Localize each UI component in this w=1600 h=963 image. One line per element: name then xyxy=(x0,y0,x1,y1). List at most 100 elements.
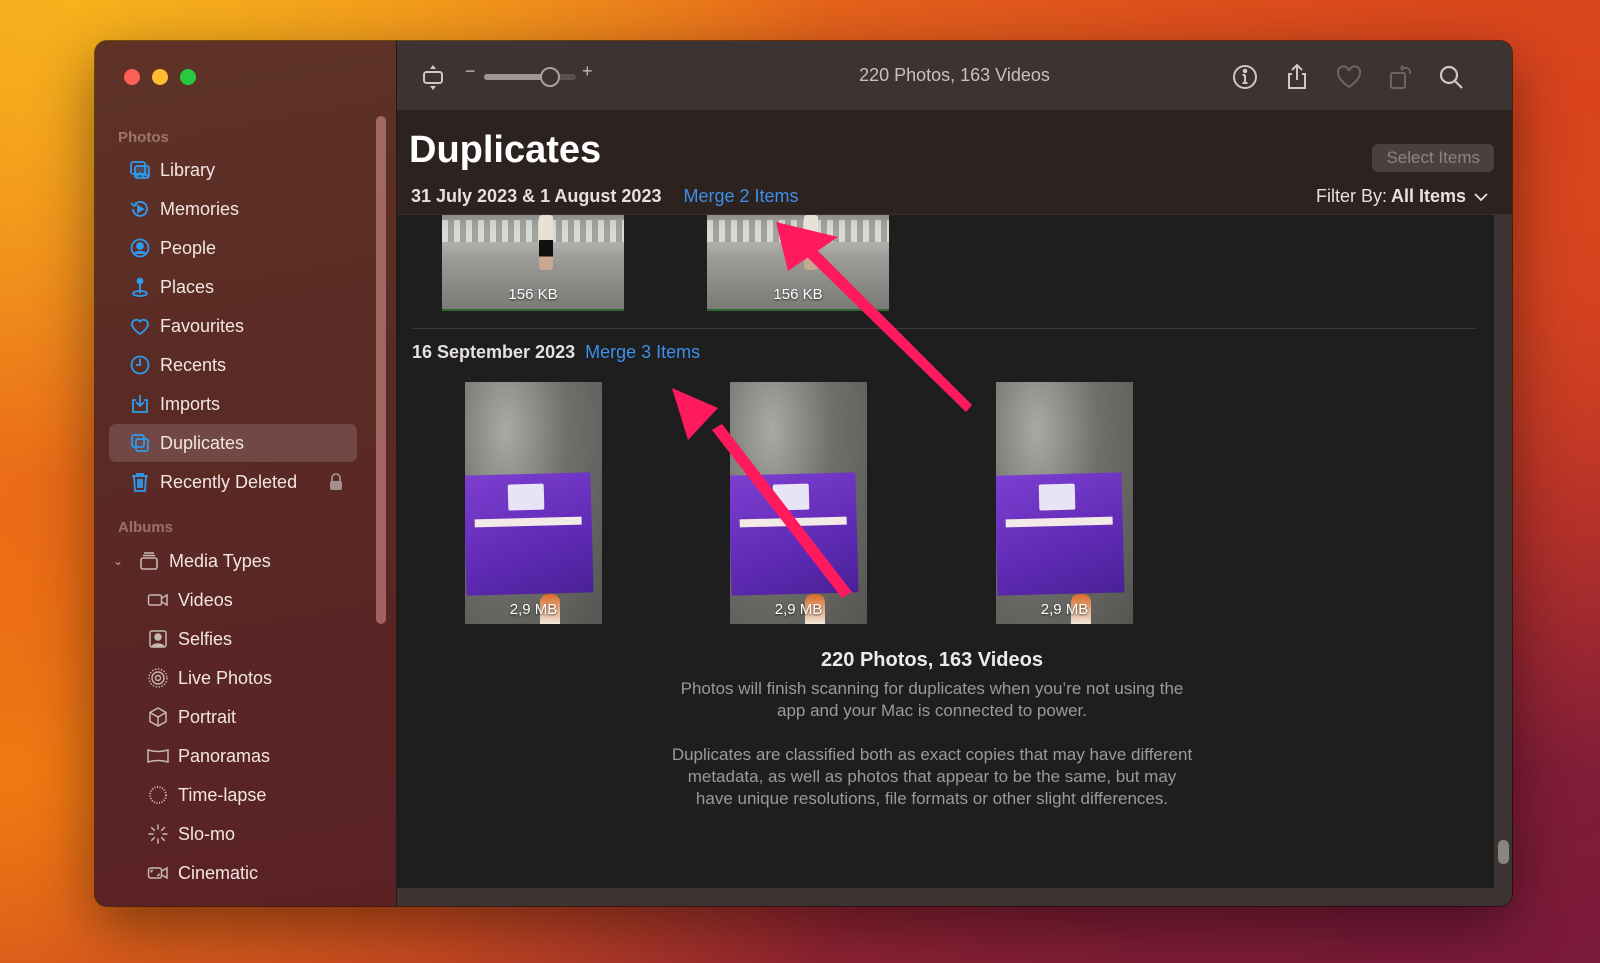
sidebar-item-recents[interactable]: Recents xyxy=(109,346,357,384)
sidebar-item-portrait[interactable]: Portrait xyxy=(109,698,357,736)
content-header: Duplicates Select Items 31 July 2023 & 1… xyxy=(397,111,1512,215)
panorama-icon xyxy=(147,745,169,767)
card-image xyxy=(730,472,859,596)
timelapse-icon xyxy=(147,784,169,806)
select-items-button[interactable]: Select Items xyxy=(1372,144,1494,172)
filter-value: All Items xyxy=(1390,186,1466,206)
group-divider xyxy=(412,328,1476,329)
section-albums-label: Albums xyxy=(118,519,174,536)
merge-2-items-link[interactable]: Merge 2 Items xyxy=(683,186,798,207)
window-controls xyxy=(124,69,196,85)
photo-thumbnail[interactable]: 156 KB xyxy=(442,215,624,311)
share-icon[interactable] xyxy=(1283,63,1311,91)
sidebar-item-label: Cinematic xyxy=(178,862,259,883)
file-size: 156 KB xyxy=(508,286,558,303)
selfie-icon xyxy=(147,628,169,650)
sidebar: Photos Library Memories People Places Fa… xyxy=(95,41,397,906)
import-icon xyxy=(129,393,151,415)
sidebar-item-library[interactable]: Library xyxy=(109,151,357,189)
toolbar: − + 220 Photos, 163 Videos xyxy=(397,41,1512,111)
sidebar-item-panoramas[interactable]: Panoramas xyxy=(109,737,357,775)
close-button[interactable] xyxy=(124,69,140,85)
minimize-button[interactable] xyxy=(152,69,168,85)
file-size: 156 KB xyxy=(773,286,823,303)
zoom-button[interactable] xyxy=(180,69,196,85)
chevron-down-icon xyxy=(1474,192,1488,201)
sidebar-item-memories[interactable]: Memories xyxy=(109,190,357,228)
content-scrollbar[interactable] xyxy=(1498,840,1509,864)
chevron-down-icon[interactable]: ⌄ xyxy=(113,554,127,568)
info-icon[interactable] xyxy=(1231,63,1259,91)
photo-thumbnail[interactable]: 2,9 MB xyxy=(465,382,602,624)
sidebar-item-recently-deleted[interactable]: Recently Deleted xyxy=(109,463,357,501)
sidebar-item-label: Live Photos xyxy=(178,667,273,688)
file-size: 2,9 MB xyxy=(1040,601,1089,618)
page-title: Duplicates xyxy=(409,129,602,171)
scroll-gutter xyxy=(1494,215,1512,906)
group-date: 31 July 2023 & 1 August 2023 xyxy=(411,186,662,206)
sidebar-item-label: Library xyxy=(160,159,216,180)
sidebar-item-label: Slo-mo xyxy=(178,823,236,844)
live-photo-icon xyxy=(147,667,169,689)
sidebar-item-videos[interactable]: Videos xyxy=(109,581,357,619)
photo-thumbnail[interactable]: 2,9 MB xyxy=(996,382,1133,624)
sidebar-item-time-lapse[interactable]: Time-lapse xyxy=(109,776,357,814)
cinematic-icon xyxy=(147,862,169,884)
sidebar-item-label: Portrait xyxy=(178,706,237,727)
sidebar-item-label: Places xyxy=(160,276,215,297)
sidebar-item-label: Imports xyxy=(160,393,221,414)
cube-icon xyxy=(147,706,169,728)
sidebar-item-label: Media Types xyxy=(169,550,271,571)
filter-label: Filter By: xyxy=(1315,186,1387,206)
file-size: 2,9 MB xyxy=(509,601,558,618)
card-image xyxy=(465,472,594,596)
merge-3-items-link[interactable]: Merge 3 Items xyxy=(585,342,700,363)
sidebar-item-label: Recents xyxy=(160,354,227,375)
duplicates-icon xyxy=(129,432,151,454)
photo-thumbnail[interactable]: 2,9 MB xyxy=(730,382,867,624)
sidebar-item-label: Videos xyxy=(178,589,233,610)
card-image xyxy=(996,472,1125,596)
sidebar-item-label: People xyxy=(160,237,217,258)
scan-summary: 220 Photos, 163 Videos Photos will finis… xyxy=(667,649,1197,810)
rotate-icon[interactable] xyxy=(1387,63,1415,91)
video-icon xyxy=(147,589,169,611)
sidebar-item-duplicates[interactable]: Duplicates xyxy=(109,424,357,462)
sidebar-item-label: Memories xyxy=(160,198,240,219)
sidebar-item-media-types[interactable]: ⌄ Media Types xyxy=(109,542,357,580)
sidebar-item-label: Favourites xyxy=(160,315,245,336)
stack-icon xyxy=(138,550,160,572)
group-header-2: 16 September 2023 Merge 3 Items xyxy=(412,342,700,363)
slomo-icon xyxy=(147,823,169,845)
sidebar-item-imports[interactable]: Imports xyxy=(109,385,357,423)
summary-title: 220 Photos, 163 Videos xyxy=(821,649,1043,671)
sidebar-item-cinematic[interactable]: Cinematic xyxy=(109,854,357,892)
sidebar-item-slo-mo[interactable]: Slo-mo xyxy=(109,815,357,853)
sidebar-item-places[interactable]: Places xyxy=(109,268,357,306)
library-icon xyxy=(129,159,151,181)
heart-icon xyxy=(129,315,151,337)
sidebar-item-label: Panoramas xyxy=(178,745,271,766)
filter-dropdown[interactable]: Filter By: All Items xyxy=(1316,186,1488,207)
summary-classification-note: Duplicates are classified both as exact … xyxy=(671,745,1193,808)
sidebar-item-label: Time-lapse xyxy=(178,784,267,805)
photos-window: Photos Library Memories People Places Fa… xyxy=(95,41,1512,906)
duplicates-content: 156 KB 156 KB 16 September 2023 Merge 3 … xyxy=(397,215,1512,906)
sidebar-item-favourites[interactable]: Favourites xyxy=(109,307,357,345)
group-header-1: 31 July 2023 & 1 August 2023 Merge 2 Ite… xyxy=(411,186,799,207)
group-date: 16 September 2023 xyxy=(412,342,576,362)
sidebar-item-selfies[interactable]: Selfies xyxy=(109,620,357,658)
trash-icon xyxy=(129,471,151,493)
heart-icon[interactable] xyxy=(1335,63,1363,91)
search-icon[interactable] xyxy=(1437,63,1465,91)
sidebar-item-people[interactable]: People xyxy=(109,229,357,267)
sidebar-scrollbar[interactable] xyxy=(376,116,386,624)
places-icon xyxy=(129,276,151,298)
sidebar-item-label: Recently Deleted xyxy=(160,471,298,492)
photo-thumbnail[interactable]: 156 KB xyxy=(707,215,889,311)
sidebar-item-label: Selfies xyxy=(178,628,233,649)
sidebar-item-live-photos[interactable]: Live Photos xyxy=(109,659,357,697)
memories-icon xyxy=(129,198,151,220)
bottom-bar xyxy=(397,888,1512,906)
sidebar-item-label: Duplicates xyxy=(160,432,245,453)
